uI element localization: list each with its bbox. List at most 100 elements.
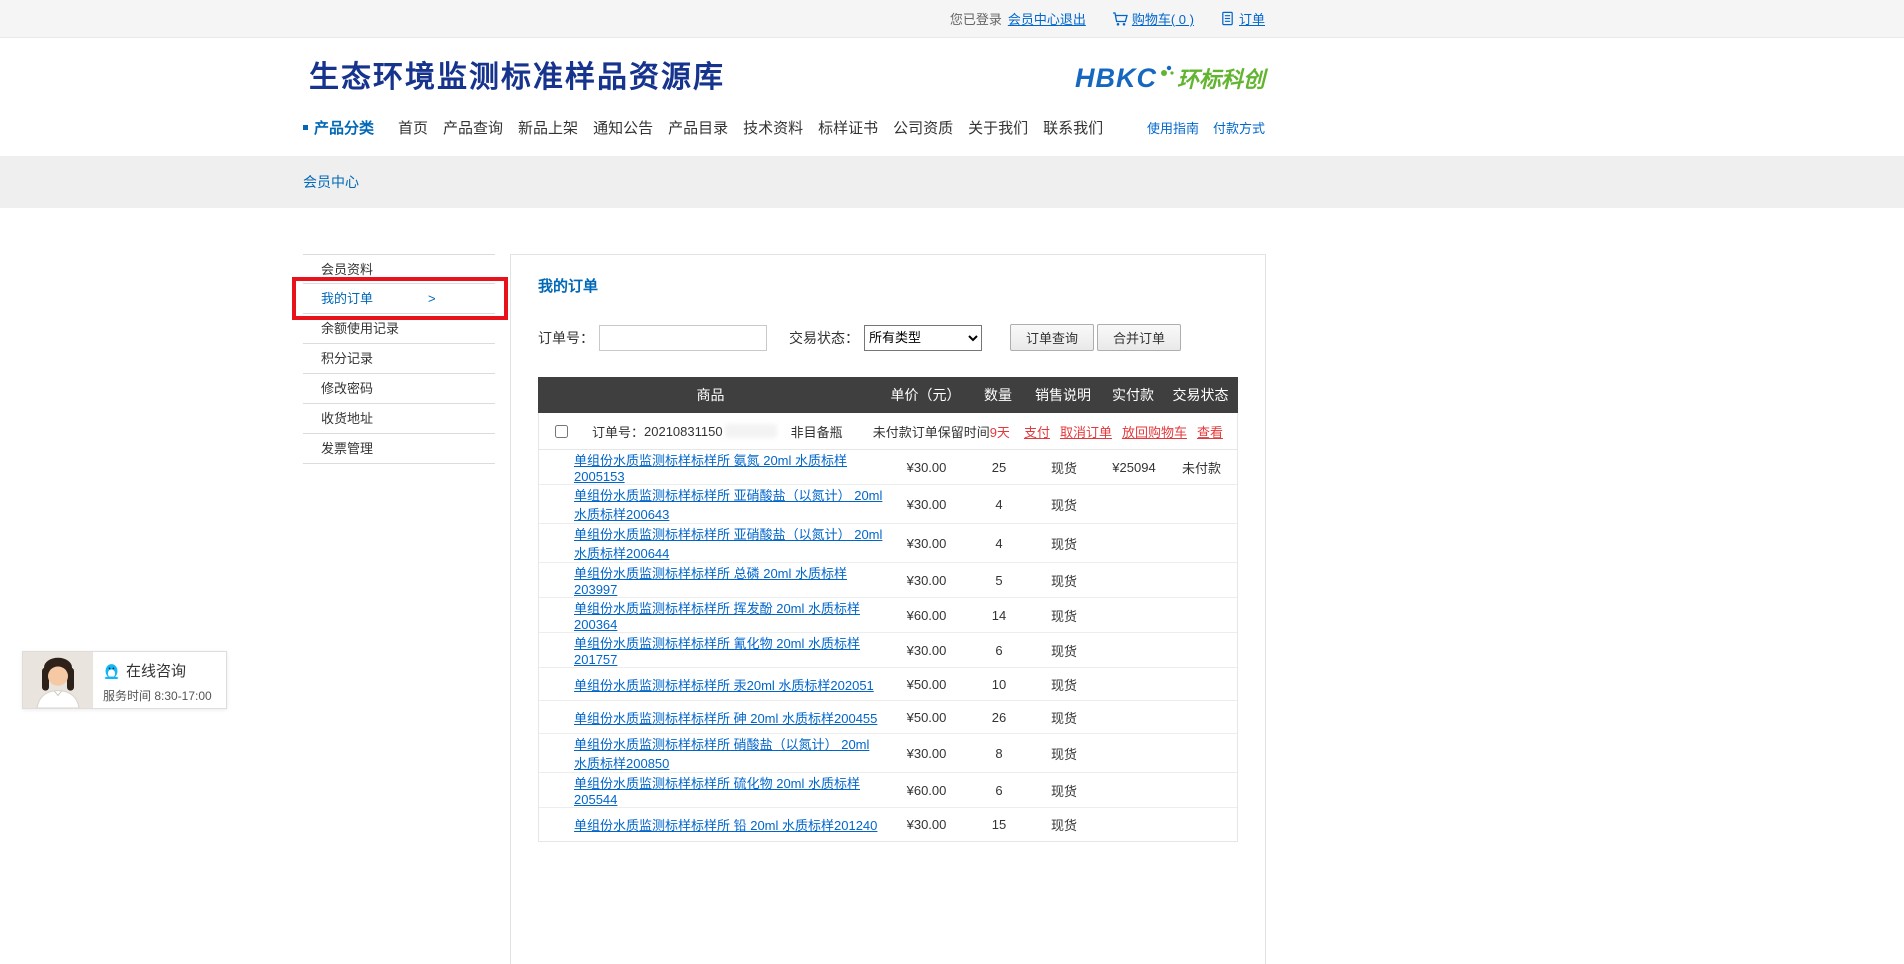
table-row: 单组份水质监测标样标样所 氨氮 20ml 水质标样2005153¥30.0025…: [539, 450, 1237, 485]
service-hours: 服务时间 8:30-17:00: [103, 687, 212, 704]
qty-cell: 10: [969, 677, 1029, 692]
sidebar-item-7[interactable]: 发票管理: [303, 434, 495, 464]
nav-item-9[interactable]: 关于我们: [968, 117, 1028, 138]
price-cell: ¥30.00: [884, 746, 969, 761]
orders-link-label: 订单: [1239, 9, 1265, 28]
product-link[interactable]: 单组份水质监测标样标样所 铅 20ml 水质标样201240: [574, 818, 877, 833]
service-text-block: 在线咨询 服务时间 8:30-17:00: [93, 652, 222, 708]
cart-link[interactable]: 购物车( 0 ): [1112, 9, 1194, 28]
price-cell: ¥30.00: [884, 643, 969, 658]
product-link[interactable]: 单组份水质监测标样标样所 总磷 20ml 水质标样203997: [574, 566, 847, 597]
qty-cell: 5: [969, 573, 1029, 588]
order-items: 单组份水质监测标样标样所 氨氮 20ml 水质标样2005153 ¥30.00 25…: [539, 450, 1237, 841]
sale-cell: 现货: [1029, 708, 1099, 727]
logo-text-en: HBKC: [1075, 63, 1157, 94]
nav-item-4[interactable]: 通知公告: [593, 117, 653, 138]
nav-item-10[interactable]: 联系我们: [1043, 117, 1103, 138]
product-link[interactable]: 单组份水质监测标样标样所 硝酸盐（以氮计） 20ml 水质标样200850: [574, 737, 869, 771]
order-action-link-3[interactable]: 放回购物车: [1122, 425, 1187, 440]
product-cell: 单组份水质监测标样标样所 亚硝酸盐（以氮计） 20ml 水质标样200643: [539, 485, 884, 523]
nav-item-3[interactable]: 新品上架: [518, 117, 578, 138]
header-inner: 生态环境监测标准样品资源库 HBKC 环标科创 产品分类 首页产品查询新品上架通…: [303, 50, 1265, 146]
qty-cell: 26: [969, 710, 1029, 725]
product-link[interactable]: 单组份水质监测标样标样所 亚硝酸盐（以氮计） 20ml 水质标样200643: [574, 488, 882, 522]
trade-status-select[interactable]: 所有类型: [864, 325, 982, 351]
order-number-filter-label: 订单号：: [538, 328, 594, 348]
sidebar-item-5[interactable]: 修改密码: [303, 374, 495, 404]
usage-guide-link[interactable]: 使用指南: [1147, 118, 1199, 137]
price-cell: ¥60.00: [884, 608, 969, 623]
order-filter-bar: 订单号： 交易状态： 所有类型 订单查询 合并订单: [538, 324, 1238, 351]
sidebar-item-3[interactable]: 余额使用记录: [303, 314, 495, 344]
login-status-text: 您已登录: [950, 9, 1002, 28]
product-link[interactable]: 单组份水质监测标样标样所 亚硝酸盐（以氮计） 20ml 水质标样200644: [574, 527, 882, 561]
product-cell: 单组份水质监测标样标样所 砷 20ml 水质标样200455: [539, 708, 884, 727]
order-action-link-4[interactable]: 查看: [1197, 425, 1223, 440]
nav-item-2[interactable]: 产品查询: [443, 117, 503, 138]
qty-cell: 15: [969, 817, 1029, 832]
sidebar-item-label: 余额使用记录: [321, 321, 399, 336]
order-hold-text: 未付款订单保留时间: [873, 422, 990, 441]
cart-icon: [1112, 11, 1128, 27]
order-search-button[interactable]: 订单查询: [1010, 324, 1094, 351]
merge-orders-button[interactable]: 合并订单: [1097, 324, 1181, 351]
qty-cell: 25: [969, 460, 1029, 475]
product-link[interactable]: 单组份水质监测标样标样所 硫化物 20ml 水质标样205544: [574, 776, 860, 807]
product-link[interactable]: 单组份水质监测标样标样所 挥发酚 20ml 水质标样200364: [574, 601, 860, 632]
cart-link-label: 购物车( 0 ): [1132, 9, 1194, 28]
payment-method-link[interactable]: 付款方式: [1213, 118, 1265, 137]
logo-dots-icon: [1160, 63, 1174, 77]
nav-item-8[interactable]: 公司资质: [893, 117, 953, 138]
order-hold-days: 9天: [990, 422, 1010, 441]
table-row: 单组份水质监测标样标样所 铅 20ml 水质标样201240¥30.0015现货: [539, 808, 1237, 841]
orders-table: 商品单价（元）数量销售说明实付款交易状态 订单号： 20210831150 非目…: [538, 377, 1238, 842]
breadcrumb[interactable]: 会员中心: [303, 156, 1265, 208]
qty-cell: 4: [969, 497, 1029, 512]
table-row: 单组份水质监测标样标样所 总磷 20ml 水质标样203997 ¥30.005现货: [539, 563, 1237, 598]
site-header: 生态环境监测标准样品资源库 HBKC 环标科创 产品分类 首页产品查询新品上架通…: [0, 38, 1904, 146]
nav-item-1[interactable]: 首页: [398, 117, 428, 138]
sale-cell: 现货: [1029, 675, 1099, 694]
order-action-link-2[interactable]: 取消订单: [1060, 425, 1112, 440]
orders-link[interactable]: 订单: [1220, 9, 1265, 28]
service-agent-photo: [23, 652, 93, 708]
order-header-row: 订单号： 20210831150 非目备瓶 未付款订单保留时间 9天 支付取消订…: [539, 413, 1237, 450]
price-cell: ¥30.00: [884, 573, 969, 588]
order-checkbox[interactable]: [555, 425, 568, 438]
sidebar-item-4[interactable]: 积分记录: [303, 344, 495, 374]
column-header-6: 交易状态: [1168, 385, 1233, 405]
customer-service-widget[interactable]: 在线咨询 服务时间 8:30-17:00: [22, 651, 227, 709]
column-header-2: 单价（元）: [883, 385, 968, 405]
sidebar-item-2[interactable]: 我的订单>: [303, 284, 495, 314]
price-cell: ¥50.00: [884, 710, 969, 725]
sidebar-item-1[interactable]: 会员资料: [303, 254, 495, 284]
order-number-input[interactable]: [599, 325, 767, 351]
product-cell: 单组份水质监测标样标样所 硝酸盐（以氮计） 20ml 水质标样200850: [539, 734, 884, 772]
nav-item-5[interactable]: 产品目录: [668, 117, 728, 138]
product-link[interactable]: 单组份水质监测标样标样所 汞20ml 水质标样202051: [574, 678, 874, 693]
product-link[interactable]: 单组份水质监测标样标样所 氰化物 20ml 水质标样201757: [574, 636, 860, 667]
order-action-link-1[interactable]: 支付: [1024, 425, 1050, 440]
order-actions: 支付取消订单放回购物车查看: [1014, 422, 1223, 441]
content: 会员资料我的订单> 余额使用记录积分记录修改密码收货地址发票管理 我的订单 订单号…: [303, 254, 1265, 964]
product-link[interactable]: 单组份水质监测标样标样所 砷 20ml 水质标样200455: [574, 711, 877, 726]
sidebar-item-6[interactable]: 收货地址: [303, 404, 495, 434]
nav-right-links: 使用指南 付款方式: [1147, 118, 1265, 137]
product-link[interactable]: 单组份水质监测标样标样所 氨氮 20ml 水质标样2005153: [574, 453, 847, 484]
order-note: 非目备瓶: [791, 422, 843, 441]
member-center-logout-link[interactable]: 会员中心退出: [1008, 9, 1086, 28]
sale-cell: 现货: [1029, 571, 1099, 590]
nav-item-7[interactable]: 标样证书: [818, 117, 878, 138]
table-row: 单组份水质监测标样标样所 汞20ml 水质标样202051¥50.0010现货: [539, 668, 1237, 701]
sale-cell: 现货: [1029, 744, 1099, 763]
nav-item-6[interactable]: 技术资料: [743, 117, 803, 138]
topbar: 您已登录 会员中心退出 购物车( 0 ) 订单: [0, 0, 1904, 38]
nav-product-category[interactable]: 产品分类: [303, 117, 374, 138]
sale-cell: 现货: [1029, 815, 1099, 834]
site-title: 生态环境监测标准样品资源库: [309, 52, 725, 96]
sidebar-item-label: 发票管理: [321, 441, 373, 456]
page-title: 我的订单: [538, 275, 1238, 296]
price-cell: ¥60.00: [884, 783, 969, 798]
column-header-4: 销售说明: [1028, 385, 1098, 405]
main-nav: 产品分类 首页产品查询新品上架通知公告产品目录技术资料标样证书公司资质关于我们联…: [303, 117, 1265, 138]
